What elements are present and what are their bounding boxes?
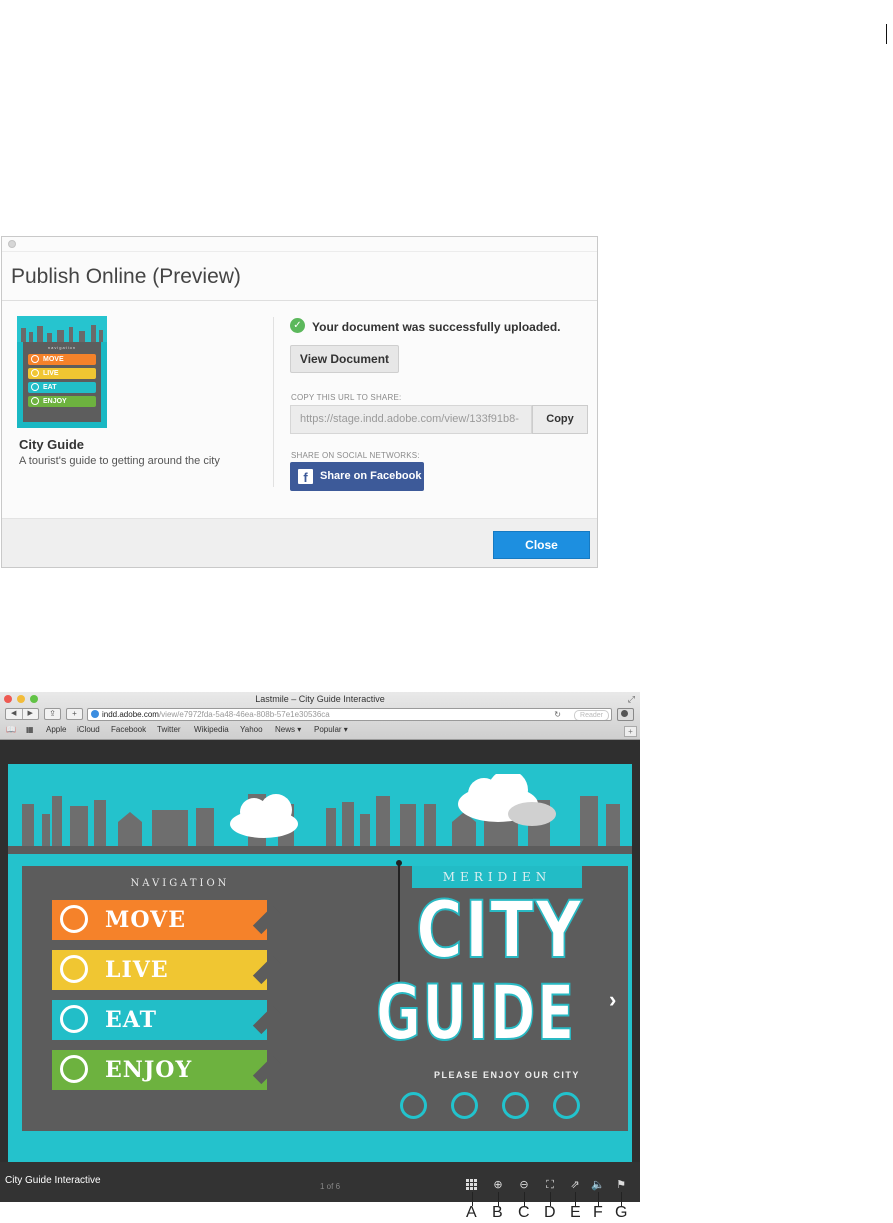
page-counter: 1 of 6 <box>320 1182 341 1191</box>
new-tab-icon[interactable]: + <box>66 708 83 720</box>
thumbnail-item-live: LIVE <box>28 368 96 379</box>
publish-online-dialog: Publish Online (Preview) navigation MOVE… <box>1 236 598 568</box>
dialog-divider <box>2 300 597 301</box>
enjoy-circle-icon[interactable] <box>553 1092 580 1119</box>
thumbnail-item-move: MOVE <box>28 354 96 365</box>
live-circle-icon[interactable] <box>451 1092 478 1119</box>
dialog-title: Publish Online (Preview) <box>11 265 241 288</box>
publication-title: City Guide Interactive <box>5 1175 101 1186</box>
tree-icon <box>60 1055 88 1083</box>
copy-button[interactable]: Copy <box>532 405 588 434</box>
thumbnail-skyline <box>17 316 107 342</box>
fit-to-screen-icon[interactable]: ⛶ <box>543 1178 557 1192</box>
nav-item-enjoy[interactable]: ENJOY <box>52 1050 282 1090</box>
share-page-icon[interactable]: ⇪ <box>44 708 61 720</box>
eat-circle-icon[interactable] <box>502 1092 529 1119</box>
nav-item-eat[interactable]: EAT <box>52 1000 282 1040</box>
nav-item-live[interactable]: LIVE <box>52 950 282 990</box>
hero-word-guide: GUIDE <box>375 967 576 1058</box>
thumbnail-panel: navigation MOVE LIVE EAT ENJOY <box>23 342 101 422</box>
share-on-facebook-button[interactable]: f Share on Facebook <box>290 462 424 491</box>
zoom-in-icon[interactable]: ⊕ <box>491 1178 505 1192</box>
window-close-dot-icon[interactable] <box>8 240 16 248</box>
reload-icon[interactable]: ↻ <box>554 709 561 720</box>
thumbnail-item-eat: EAT <box>28 382 96 393</box>
downloads-icon[interactable] <box>617 708 634 721</box>
skyline-illustration <box>8 774 632 854</box>
document-description: A tourist's guide to getting around the … <box>19 455 220 467</box>
top-sites-grid-icon[interactable]: ▦ <box>26 725 34 734</box>
forward-arrow-icon[interactable]: ▶ <box>21 709 39 719</box>
address-path: /view/e7972fda-5a48-46ea-808b-57e1e30536… <box>158 710 330 719</box>
flag-icon[interactable]: ⚑ <box>614 1178 628 1192</box>
thumbnail-item-enjoy: ENJOY <box>28 396 96 407</box>
move-icon <box>60 905 88 933</box>
zoom-out-icon[interactable]: ⊖ <box>517 1178 531 1192</box>
callout-b: B <box>492 1204 503 1221</box>
callout-e: E <box>570 1204 581 1221</box>
reading-list-icon[interactable]: 📖 <box>6 725 16 734</box>
ribbon-pin <box>396 860 402 866</box>
add-bookmark-icon[interactable]: + <box>624 726 637 737</box>
browser-window: Lastmile – City Guide Interactive ⤢ ◀ ▶ … <box>0 692 640 1202</box>
dialog-titlebar <box>2 237 597 252</box>
tagline: PLEASE ENJOY OUR CITY <box>434 1070 580 1080</box>
social-networks-caption: SHARE ON SOCIAL NETWORKS: <box>291 451 420 460</box>
bookmarks-bar: 📖 ▦ Apple iCloud Facebook Twitter Wikipe… <box>0 723 640 735</box>
reader-button[interactable]: Reader <box>574 710 609 720</box>
page-edge-mark <box>886 24 887 44</box>
globe-icon <box>91 710 99 718</box>
share-url-field[interactable]: https://stage.indd.adobe.com/view/133f91… <box>290 405 532 434</box>
bookmark-facebook[interactable]: Facebook <box>111 725 146 734</box>
next-page-arrow-icon[interactable]: › <box>609 987 616 1013</box>
address-bar[interactable]: indd.adobe.com/view/e7972fda-5a48-46ea-8… <box>87 708 612 721</box>
document-title: City Guide <box>19 437 85 452</box>
publication-viewer: NAVIGATION MOVE LIVE EAT ENJOY MERIDIEN … <box>8 764 632 1162</box>
browser-chrome: Lastmile – City Guide Interactive ⤢ ◀ ▶ … <box>0 692 640 740</box>
view-document-button[interactable]: View Document <box>290 345 399 373</box>
nav-item-move[interactable]: MOVE <box>52 900 282 940</box>
callout-c: C <box>518 1204 530 1221</box>
fork-icon <box>60 1005 88 1033</box>
bookmark-wikipedia[interactable]: Wikipedia <box>194 725 229 734</box>
hero-word-city: CITY <box>415 885 584 977</box>
address-domain: indd.adobe.com <box>102 710 159 719</box>
back-arrow-icon[interactable]: ◀ <box>6 709 22 719</box>
bookmark-twitter[interactable]: Twitter <box>157 725 181 734</box>
share-on-facebook-label: Share on Facebook <box>320 470 422 482</box>
share-icon[interactable]: ⇗ <box>568 1178 582 1192</box>
callout-a: A <box>466 1204 477 1221</box>
move-circle-icon[interactable] <box>400 1092 427 1119</box>
upload-success-message: Your document was successfully uploaded. <box>312 320 561 334</box>
success-check-icon: ✓ <box>290 318 305 333</box>
callout-d: D <box>544 1204 556 1221</box>
viewer-toolbar: City Guide Interactive 1 of 6 ⊕ ⊖ ⛶ ⇗ 🔈 … <box>0 1162 640 1202</box>
dialog-column-divider <box>273 317 274 487</box>
back-forward-buttons[interactable]: ◀ ▶ <box>5 708 39 720</box>
document-thumbnail: navigation MOVE LIVE EAT ENJOY <box>17 316 107 428</box>
bookmark-apple[interactable]: Apple <box>46 725 66 734</box>
sound-icon[interactable]: 🔈 <box>591 1178 605 1192</box>
thumbnail-nav-label: navigation <box>47 345 77 350</box>
callout-f: F <box>593 1204 603 1221</box>
fullscreen-icon[interactable]: ⤢ <box>628 694 635 705</box>
brand-ribbon: MERIDIEN <box>412 866 582 888</box>
window-title: Lastmile – City Guide Interactive <box>255 694 385 704</box>
bookmark-news-menu[interactable]: News ▾ <box>275 725 301 734</box>
bookmark-yahoo[interactable]: Yahoo <box>240 725 263 734</box>
facebook-icon: f <box>298 469 313 485</box>
bookmark-icloud[interactable]: iCloud <box>77 725 100 734</box>
callout-g: G <box>615 1204 628 1221</box>
grid-view-icon[interactable] <box>465 1178 479 1192</box>
navigation-heading: NAVIGATION <box>130 878 230 889</box>
bookmark-popular-menu[interactable]: Popular ▾ <box>314 725 348 734</box>
home-icon <box>60 955 88 983</box>
copy-url-caption: COPY THIS URL TO SHARE: <box>291 393 402 402</box>
close-button[interactable]: Close <box>493 531 590 559</box>
